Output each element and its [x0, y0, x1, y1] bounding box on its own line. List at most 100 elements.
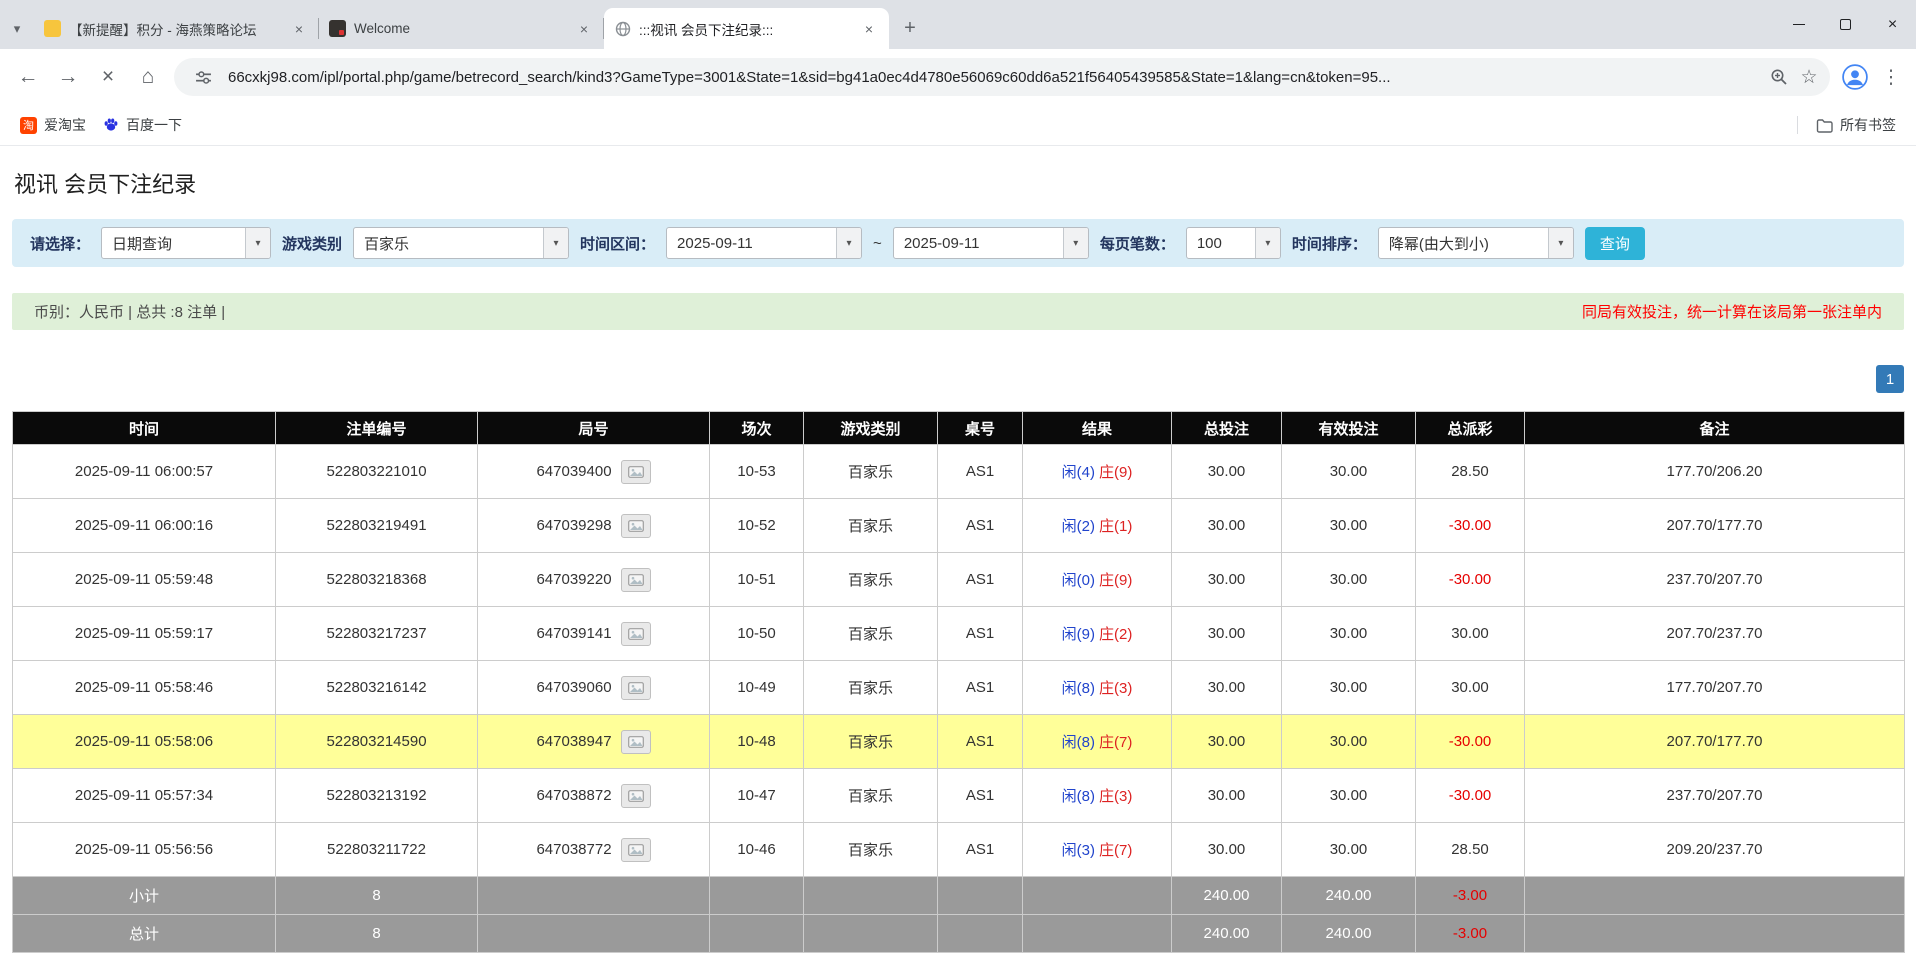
cell-valid-bet: 30.00: [1282, 499, 1416, 553]
game-type-value: 百家乐: [354, 228, 543, 258]
table-header-row: 时间注单编号局号场次游戏类别桌号结果总投注有效投注总派彩备注: [13, 412, 1905, 445]
game-type-dropdown[interactable]: 百家乐 ▾: [353, 227, 569, 259]
all-bookmarks-button[interactable]: 所有书签: [1808, 111, 1904, 139]
cell-time: 2025-09-11 05:58:46: [13, 661, 276, 715]
date-to-input[interactable]: 2025-09-11 ▾: [893, 227, 1089, 259]
bookmark-aitaobao[interactable]: 淘 爱淘宝: [12, 111, 94, 139]
window-close-button[interactable]: ×: [1869, 0, 1916, 49]
bookmark-label: 百度一下: [126, 115, 182, 135]
bookmark-label: 爱淘宝: [44, 115, 86, 135]
cell-note: 207.70/177.70: [1525, 499, 1905, 553]
cell-total-bet[interactable]: 30.00: [1172, 661, 1282, 715]
bookmark-baidu[interactable]: 百度一下: [94, 111, 190, 139]
search-button[interactable]: 查询: [1585, 227, 1645, 260]
video-replay-icon[interactable]: [621, 568, 651, 592]
cell-note: 237.70/207.70: [1525, 553, 1905, 607]
video-replay-icon[interactable]: [621, 622, 651, 646]
cell-result: 闲(8)庄(3): [1023, 769, 1172, 823]
video-replay-icon[interactable]: [621, 514, 651, 538]
cell-table-no: AS1: [938, 607, 1023, 661]
page-number-button[interactable]: 1: [1876, 365, 1904, 393]
tab-title: :::视讯 会员下注纪录:::: [639, 19, 851, 39]
back-icon[interactable]: ←: [8, 57, 48, 97]
tab-welcome[interactable]: Welcome ×: [319, 8, 604, 49]
tab-forum[interactable]: 【新提醒】积分 - 海燕策略论坛 ×: [34, 8, 319, 49]
cell-payout: -30.00: [1416, 715, 1525, 769]
cell-game-type: 百家乐: [804, 607, 938, 661]
video-replay-icon[interactable]: [621, 460, 651, 484]
cell-total-bet[interactable]: 30.00: [1172, 553, 1282, 607]
stop-icon[interactable]: ×: [88, 57, 128, 97]
subtotal-row: 小计8240.00240.00-3.00: [13, 877, 1905, 915]
page-title: 视讯 会员下注纪录: [14, 167, 1902, 199]
home-icon[interactable]: ⌂: [128, 57, 168, 97]
cell-bet-id: 522803219491: [276, 499, 478, 553]
table-row: 2025-09-11 05:58:46522803216142647039060…: [13, 661, 1905, 715]
video-replay-icon[interactable]: [621, 838, 651, 862]
column-header: 总投注: [1172, 412, 1282, 445]
cell-game-type: 百家乐: [804, 769, 938, 823]
cell-time: 2025-09-11 05:57:34: [13, 769, 276, 823]
new-tab-icon[interactable]: +: [893, 11, 927, 45]
sort-dropdown[interactable]: 降幂(由大到小) ▾: [1378, 227, 1574, 259]
site-info-icon[interactable]: [188, 62, 218, 92]
cell-total-bet[interactable]: 30.00: [1172, 715, 1282, 769]
cell-total-bet[interactable]: 30.00: [1172, 823, 1282, 877]
cell-round: 647038772: [478, 823, 710, 877]
profile-avatar-icon[interactable]: [1836, 58, 1874, 96]
cell-game-type: 百家乐: [804, 715, 938, 769]
settlement-note: 同局有效投注，统一计算在该局第一张注单内: [1582, 301, 1882, 322]
cell-session: 10-47: [710, 769, 804, 823]
cell-time: 2025-09-11 05:58:06: [13, 715, 276, 769]
cell-valid-bet: 30.00: [1282, 553, 1416, 607]
address-bar[interactable]: 66cxkj98.com/ipl/portal.php/game/betreco…: [174, 58, 1830, 96]
close-icon[interactable]: ×: [289, 19, 309, 39]
cell-total-bet[interactable]: 30.00: [1172, 499, 1282, 553]
tab-bet-records[interactable]: :::视讯 会员下注纪录::: ×: [604, 8, 889, 49]
banker-result: 庄(9): [1099, 572, 1132, 589]
zoom-icon[interactable]: [1764, 62, 1794, 92]
page-content: 视讯 会员下注纪录 请选择： 日期查询 ▾ 游戏类别 百家乐 ▾ 时间区间： 2…: [0, 167, 1916, 953]
bookmark-star-icon[interactable]: ☆: [1794, 62, 1824, 92]
chevron-down-icon[interactable]: ▾: [543, 228, 568, 258]
page-size-input[interactable]: 100 ▾: [1186, 227, 1281, 259]
table-row: 2025-09-11 05:59:48522803218368647039220…: [13, 553, 1905, 607]
table-row: 2025-09-11 05:57:34522803213192647038872…: [13, 769, 1905, 823]
footer-label: 小计: [13, 877, 276, 915]
cell-game-type: 百家乐: [804, 661, 938, 715]
forward-icon[interactable]: →: [48, 57, 88, 97]
tab-list-chevron-icon[interactable]: ▾: [0, 9, 34, 49]
maximize-button[interactable]: [1822, 0, 1869, 49]
menu-dots-icon[interactable]: ⋮: [1874, 58, 1908, 96]
banker-result: 庄(7): [1099, 734, 1132, 751]
query-type-dropdown[interactable]: 日期查询 ▾: [101, 227, 271, 259]
minimize-button[interactable]: [1775, 0, 1822, 49]
close-icon[interactable]: ×: [859, 19, 879, 39]
cell-payout: -30.00: [1416, 769, 1525, 823]
cell-round: 647039141: [478, 607, 710, 661]
cell-total-bet[interactable]: 30.00: [1172, 445, 1282, 499]
table-row: 2025-09-11 05:59:17522803217237647039141…: [13, 607, 1905, 661]
video-replay-icon[interactable]: [621, 676, 651, 700]
cell-payout: 28.50: [1416, 445, 1525, 499]
video-replay-icon[interactable]: [621, 730, 651, 754]
close-icon[interactable]: ×: [574, 19, 594, 39]
cell-note: 207.70/237.70: [1525, 607, 1905, 661]
cell-total-bet[interactable]: 30.00: [1172, 607, 1282, 661]
chevron-down-icon[interactable]: ▾: [245, 228, 270, 258]
chevron-down-icon[interactable]: ▾: [1255, 228, 1280, 258]
round-number: 647039298: [536, 517, 611, 534]
cell-game-type: 百家乐: [804, 823, 938, 877]
cell-result: 闲(9)庄(2): [1023, 607, 1172, 661]
cell-total-bet[interactable]: 30.00: [1172, 769, 1282, 823]
chevron-down-icon[interactable]: ▾: [1063, 228, 1088, 258]
chevron-down-icon[interactable]: ▾: [836, 228, 861, 258]
player-result: 闲(9): [1062, 626, 1095, 643]
cell-valid-bet: 30.00: [1282, 715, 1416, 769]
date-from-input[interactable]: 2025-09-11 ▾: [666, 227, 862, 259]
video-replay-icon[interactable]: [621, 784, 651, 808]
cell-table-no: AS1: [938, 715, 1023, 769]
forum-favicon-icon: [44, 20, 61, 37]
chevron-down-icon[interactable]: ▾: [1548, 228, 1573, 258]
player-result: 闲(8): [1062, 680, 1095, 697]
